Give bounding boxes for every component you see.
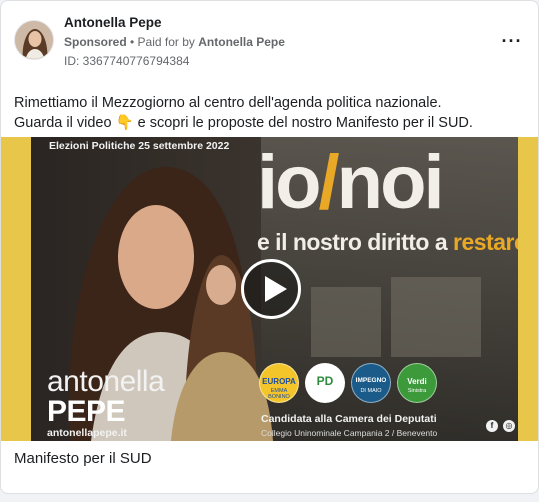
poster-candidacy: Candidata alla Camera dei Deputati [261,413,437,425]
more-options-button[interactable]: ··· [500,29,524,53]
party-logos: EUROPA EMMA BONINO PD IMPEGNO DI MAIO Ve… [259,363,437,403]
body-line-1: Rimettiamo il Mezzogiorno al centro dell… [14,95,442,111]
poster-sub-main: e il nostro diritto a [257,229,454,255]
avatar[interactable] [14,20,54,60]
party-logo-sub: DI MAIO [360,388,382,394]
poster-website: antonellapepe.it [47,427,127,439]
poster-candidate-last-name: PEPE [47,395,126,428]
party-logo-label: PD [316,374,334,388]
play-button[interactable] [241,259,301,319]
ad-card: Antonella Pepe Sponsored • Paid for by A… [0,0,539,494]
party-logo: Verdi Sinistra [397,363,437,403]
ad-id: ID: 3367740776794384 [64,54,190,68]
poster-headline: io/noi [257,140,445,225]
party-logo: EUROPA EMMA BONINO [259,363,299,403]
party-logo-label: EUROPA [262,377,296,386]
party-logo-label: IMPEGNO [355,377,387,384]
video-player[interactable]: Elezioni Politiche 25 settembre 2022 io/… [1,137,538,441]
poster-social-icons: f ◎ [486,420,515,432]
play-icon [265,276,287,302]
media-caption[interactable]: Manifesto per il SUD [14,450,152,467]
party-logo: PD [305,363,345,403]
poster-sub-accent: restare [453,229,518,255]
meta-separator: • [126,35,138,49]
instagram-icon: ◎ [503,420,515,432]
party-logo-sub: EMMA BONINO [268,388,290,400]
poster-college: Collegio Uninominale Campania 2 / Beneve… [261,428,438,438]
party-logo-sub: Sinistra [407,388,427,394]
sponsored-label: Sponsored [64,35,127,49]
poster-headline-left: io [257,140,322,225]
poster-headline-right: noi [336,140,445,225]
more-horizontal-icon: ··· [501,30,523,51]
body-line-2: Guarda il video 👇 e scopri le proposte d… [14,115,473,131]
party-logo-label: Verdi [407,377,427,386]
party-logo: IMPEGNO DI MAIO [351,363,391,403]
post-header: Antonella Pepe Sponsored • Paid for by A… [1,1,538,81]
post-body-text: Rimettiamo il Mezzogiorno al centro dell… [14,93,529,133]
poster-headline-slash: / [318,140,340,225]
poster-subheadline: e il nostro diritto a restare [257,229,518,256]
paid-for-prefix: Paid for by [137,35,199,49]
page-name-link[interactable]: Antonella Pepe [64,15,162,30]
facebook-icon: f [486,420,498,432]
paid-for-by-name[interactable]: Antonella Pepe [198,35,285,49]
poster-candidate-first-name: antonella [47,365,165,398]
sponsorship-line: Sponsored • Paid for by Antonella Pepe [64,35,285,49]
poster-date-text: Elezioni Politiche 25 settembre 2022 [49,140,230,152]
avatar-portrait-image [15,21,53,59]
